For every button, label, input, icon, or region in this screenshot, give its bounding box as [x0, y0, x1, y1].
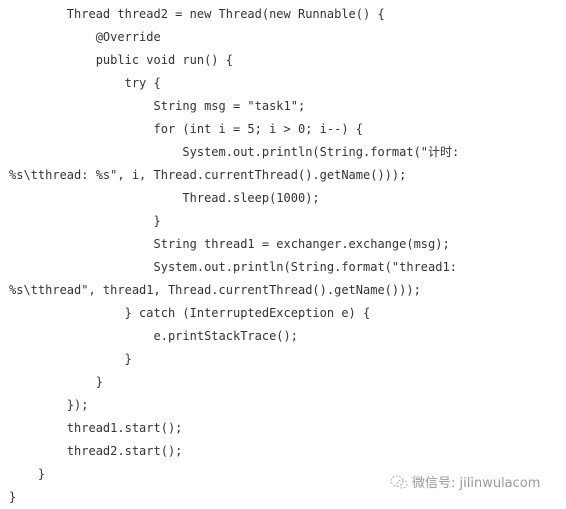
watermark-text: 微信号: jilinwulacom — [412, 476, 541, 491]
code-line: %s\tthread: %s", i, Thread.currentThread… — [9, 168, 407, 182]
code-block: Thread thread2 = new Thread(new Runnable… — [9, 3, 459, 509]
code-line: String msg = "task1"; — [9, 99, 306, 113]
code-line: Thread thread2 = new Thread(new Runnable… — [9, 7, 385, 21]
code-line: e.printStackTrace(); — [9, 329, 298, 343]
code-line: thread1.start(); — [9, 421, 183, 435]
code-line: } — [9, 375, 103, 389]
code-line: public void run() { — [9, 53, 233, 67]
watermark: 微信号: jilinwulacom — [390, 472, 540, 491]
code-line: System.out.println(String.format("thread… — [9, 260, 457, 274]
code-line: } — [9, 214, 161, 228]
code-line: %s\tthread", thread1, Thread.currentThre… — [9, 283, 421, 297]
code-line: Thread.sleep(1000); — [9, 191, 320, 205]
code-line: }); — [9, 398, 89, 412]
code-line: } catch (InterruptedException e) { — [9, 306, 371, 320]
code-line: for (int i = 5; i > 0; i--) { — [9, 122, 364, 136]
code-line: @Override — [9, 30, 161, 44]
code-line: System.out.println(String.format("计时: — [9, 145, 460, 159]
code-line: try { — [9, 76, 161, 90]
code-line: thread2.start(); — [9, 444, 183, 458]
code-line: } — [9, 352, 132, 366]
code-line: String thread1 = exchanger.exchange(msg)… — [9, 237, 450, 251]
wechat-icon — [390, 474, 408, 490]
